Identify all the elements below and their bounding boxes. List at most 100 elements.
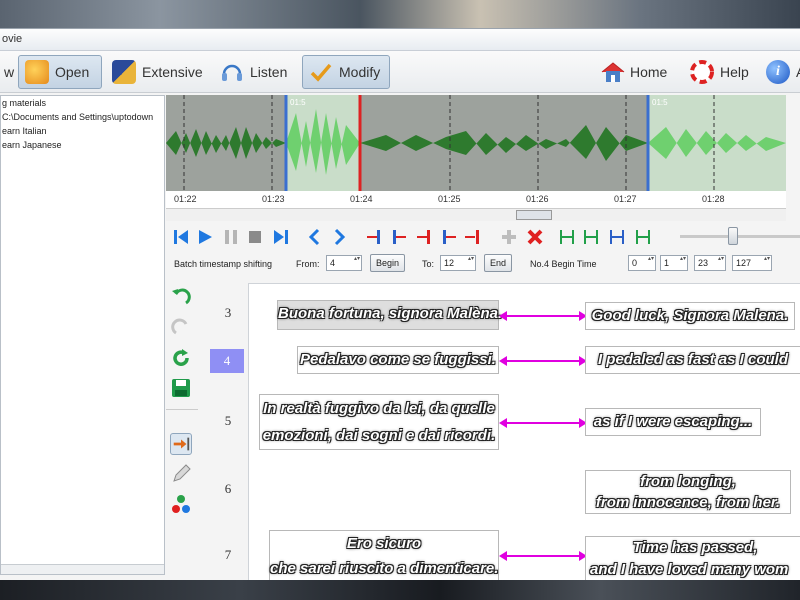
subtitle-right-box[interactable]: as if I were escaping... bbox=[585, 408, 761, 436]
play-icon[interactable] bbox=[196, 228, 214, 246]
listen-button-label: Listen bbox=[250, 64, 288, 80]
delete-icon[interactable] bbox=[526, 228, 544, 246]
refresh-icon[interactable] bbox=[170, 347, 192, 369]
subtitle-right-text-line2: and I have loved many wom bbox=[590, 561, 789, 578]
subtitle-left-box[interactable]: Buona fortuna, signora Malèna. bbox=[277, 300, 502, 330]
row-number[interactable]: 5 bbox=[210, 413, 246, 429]
home-icon bbox=[600, 60, 625, 84]
begin-button[interactable]: Begin bbox=[370, 254, 406, 272]
subtitle-right-text-line2: from innocence, from her. bbox=[595, 494, 781, 511]
seconds-spinner[interactable]: 23 bbox=[694, 255, 726, 271]
shift-right-icon[interactable] bbox=[464, 228, 482, 246]
pencil-icon[interactable] bbox=[170, 463, 192, 485]
minutes-spinner[interactable]: 1 bbox=[660, 255, 688, 271]
subtitle-right-box[interactable]: I pedaled as fast as I could bbox=[585, 346, 800, 374]
subtitle-link-arrow bbox=[499, 356, 587, 366]
merge-nodes-icon[interactable] bbox=[170, 493, 192, 515]
extensive-button-label: Extensive bbox=[142, 64, 203, 80]
modify-button-label: Modify bbox=[339, 64, 381, 80]
extensive-button[interactable]: Extensive bbox=[106, 55, 209, 89]
row-number-column: 3 4 5 6 7 bbox=[210, 283, 246, 579]
volume-slider-thumb[interactable] bbox=[728, 227, 738, 245]
next-chevron-icon[interactable] bbox=[330, 228, 348, 246]
skip-forward-icon[interactable] bbox=[272, 228, 290, 246]
tree-item-documents[interactable]: C:\Documents and Settings\uptodown bbox=[1, 110, 164, 124]
title-bar: ovie bbox=[0, 29, 800, 51]
undo-icon[interactable] bbox=[170, 287, 192, 309]
modify-button[interactable]: Modify bbox=[302, 55, 390, 89]
time-ruler: 01:22 01:23 01:24 01:25 01:26 01:27 01:2… bbox=[166, 191, 786, 209]
about-button[interactable]: i A bbox=[760, 55, 800, 89]
tree-item-materials[interactable]: g materials bbox=[1, 96, 164, 110]
skip-back-icon[interactable] bbox=[172, 228, 190, 246]
subtitle-left-text-line2: che sarei riuscito a dimenticare. bbox=[270, 560, 499, 577]
listen-button[interactable]: Listen bbox=[214, 55, 293, 89]
tree-horizontal-scrollbar[interactable] bbox=[1, 564, 164, 574]
previous-chevron-icon[interactable] bbox=[306, 228, 324, 246]
begin-time-label: No.4 Begin Time bbox=[530, 259, 597, 269]
book-icon bbox=[112, 60, 136, 84]
open-button[interactable]: Open bbox=[18, 55, 102, 89]
pause-icon[interactable] bbox=[222, 228, 240, 246]
mark-end-icon[interactable] bbox=[390, 228, 408, 246]
ruler-tick-label: 01:26 bbox=[526, 194, 549, 204]
subtitle-left-text-line2: emozioni, dai sogni e dai ricordi. bbox=[262, 427, 496, 444]
open-button-label: Open bbox=[55, 64, 90, 80]
end-button[interactable]: End bbox=[484, 254, 513, 272]
subtitle-right-text-line1: from longing, bbox=[640, 473, 736, 490]
subtitle-right-box[interactable]: Time has passed, and I have loved many w… bbox=[585, 536, 800, 581]
waveform-scrollbar[interactable] bbox=[166, 209, 786, 221]
subtitle-left-box[interactable]: In realtà fuggivo da lei, da quelle emoz… bbox=[259, 394, 499, 450]
to-spinner[interactable]: 12 bbox=[440, 255, 476, 271]
modify-check-icon bbox=[309, 60, 333, 84]
home-button[interactable]: Home bbox=[594, 55, 673, 89]
volume-slider-track[interactable] bbox=[680, 235, 800, 238]
redo-icon[interactable] bbox=[170, 317, 192, 339]
subtitle-left-box[interactable]: Pedalavo come se fuggissi. bbox=[297, 346, 499, 374]
save-icon[interactable] bbox=[170, 377, 192, 399]
batch-shift-label: Batch timestamp shifting bbox=[174, 259, 273, 269]
subtitle-right-box[interactable]: from longing, from innocence, from her. bbox=[585, 470, 791, 514]
green-marker-4-icon[interactable] bbox=[634, 228, 652, 246]
stop-icon[interactable] bbox=[246, 228, 264, 246]
subtitle-right-box[interactable]: Good luck, Signora Malena. bbox=[585, 302, 795, 330]
subtitle-right-text: I pedaled as fast as I could bbox=[597, 351, 789, 368]
row-number[interactable]: 7 bbox=[210, 547, 246, 563]
green-marker-3-icon[interactable] bbox=[608, 228, 626, 246]
audio-waveform[interactable]: 01:5 01:5 bbox=[166, 95, 786, 191]
row-number[interactable]: 3 bbox=[210, 305, 246, 321]
info-icon: i bbox=[766, 60, 790, 84]
subtitle-left-box[interactable]: Ero sicuro che sarei riuscito a dimentic… bbox=[269, 530, 499, 581]
from-spinner[interactable]: 4 bbox=[326, 255, 362, 271]
tree-item-learn-japanese[interactable]: earn Japanese bbox=[1, 138, 164, 152]
green-marker-1-icon[interactable] bbox=[558, 228, 576, 246]
extend-begin-icon[interactable] bbox=[416, 228, 434, 246]
window-title: ovie bbox=[2, 33, 23, 45]
row-number-selected[interactable]: 4 bbox=[210, 349, 244, 373]
tree-item-learn-italian[interactable]: earn Italian bbox=[1, 124, 164, 138]
subtitle-right-text-line1: Time has passed, bbox=[632, 539, 758, 556]
add-icon[interactable] bbox=[500, 228, 518, 246]
subtitle-left-text: Pedalavo come se fuggissi. bbox=[300, 351, 496, 368]
help-button-label: Help bbox=[720, 64, 749, 80]
main-toolbar: w Open Extensive Listen Modify Home Help… bbox=[0, 51, 800, 93]
help-button[interactable]: Help bbox=[684, 55, 755, 89]
headphones-icon bbox=[220, 60, 244, 84]
subtitle-link-arrow bbox=[499, 551, 587, 561]
mark-begin-icon[interactable] bbox=[366, 228, 384, 246]
green-marker-2-icon[interactable] bbox=[582, 228, 600, 246]
ruler-tick-label: 01:25 bbox=[438, 194, 461, 204]
milliseconds-spinner[interactable]: 127 bbox=[732, 255, 772, 271]
row-number[interactable]: 6 bbox=[210, 481, 246, 497]
batch-shift-row: Batch timestamp shifting From: 4 Begin T… bbox=[166, 253, 800, 275]
materials-tree[interactable]: g materials C:\Documents and Settings\up… bbox=[0, 95, 165, 575]
insert-icon[interactable] bbox=[170, 433, 192, 455]
ruler-tick-label: 01:28 bbox=[702, 194, 725, 204]
waveform-scroll-thumb[interactable] bbox=[516, 210, 552, 220]
ruler-tick-label: 01:23 bbox=[262, 194, 285, 204]
subtitle-link-arrow bbox=[499, 418, 587, 428]
side-toolbar bbox=[166, 283, 198, 523]
subtitle-left-text-line1: Ero sicuro bbox=[346, 535, 422, 552]
hours-spinner[interactable]: 0 bbox=[628, 255, 656, 271]
extend-end-icon[interactable] bbox=[440, 228, 458, 246]
